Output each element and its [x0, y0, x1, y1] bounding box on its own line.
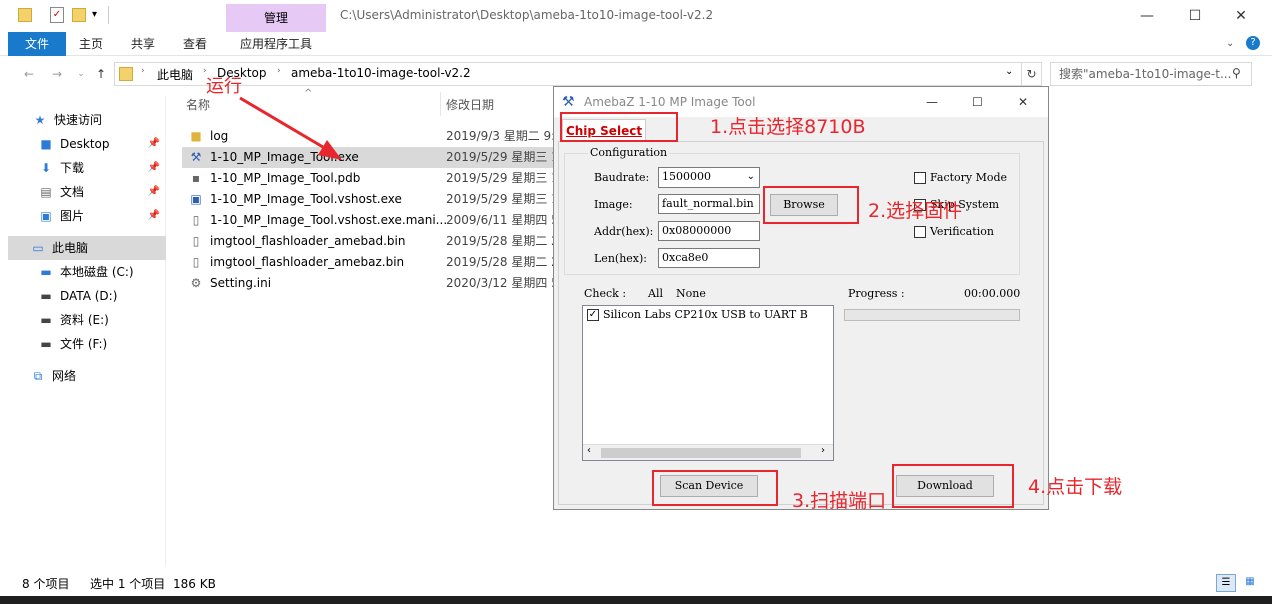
highlight-chip-select [560, 112, 678, 142]
annotation-step3: 3.扫描端口 [792, 490, 887, 512]
annotation-arrow [239, 96, 342, 160]
annotation-run: 运行 [206, 76, 242, 97]
highlight-scan-device [652, 470, 778, 506]
annotation-step2: 2.选择固件 [868, 200, 963, 222]
arrow-head [318, 140, 342, 160]
arrow-line [239, 96, 329, 152]
highlight-download [892, 464, 1014, 508]
annotation-step4: 4.点击下载 [1028, 476, 1123, 498]
annotation-step1: 1.点击选择8710B [710, 116, 866, 138]
highlight-browse [763, 186, 859, 224]
